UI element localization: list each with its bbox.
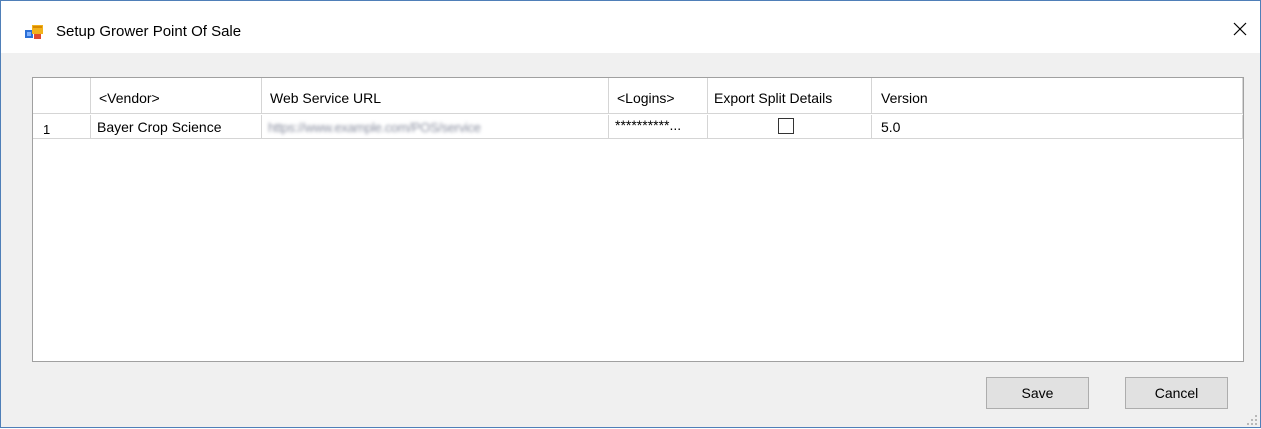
cell-logins[interactable]: **********... (609, 115, 708, 139)
resize-grip-icon[interactable] (1246, 413, 1258, 425)
column-header-logins[interactable]: <Logins> (609, 78, 708, 114)
column-header-web-service-url[interactable]: Web Service URL (262, 78, 609, 114)
pos-setup-grid[interactable]: <Vendor> Web Service URL <Logins> Export… (32, 77, 1244, 362)
column-header-vendor[interactable]: <Vendor> (91, 78, 262, 114)
column-header-version[interactable]: Version (872, 78, 1243, 114)
row-header-corner[interactable] (33, 78, 91, 114)
grid-header-row: <Vendor> Web Service URL <Logins> Export… (33, 78, 1243, 115)
save-button[interactable]: Save (986, 377, 1089, 409)
export-split-details-checkbox[interactable] (778, 118, 794, 134)
cell-web-service-url[interactable]: https://www.example.com/POS/service (262, 115, 609, 139)
row-header[interactable]: 1 (33, 115, 91, 139)
cell-vendor[interactable]: Bayer Crop Science (91, 115, 262, 139)
close-button[interactable] (1220, 9, 1260, 49)
dialog-window: Setup Grower Point Of Sale <Vendor> Web … (0, 0, 1261, 428)
column-header-export-split-details[interactable]: Export Split Details (708, 78, 872, 114)
cell-export-split-details[interactable] (708, 115, 872, 139)
cancel-button[interactable]: Cancel (1125, 377, 1228, 409)
cell-version[interactable]: 5.0 (872, 115, 1243, 139)
title-bar: Setup Grower Point Of Sale (1, 1, 1260, 53)
table-row[interactable]: 1 Bayer Crop Science https://www.example… (33, 115, 1243, 139)
window-title: Setup Grower Point Of Sale (56, 23, 242, 40)
close-icon (1233, 22, 1247, 36)
web-service-url-value: https://www.example.com/POS/service (268, 120, 481, 135)
app-icon (25, 24, 43, 40)
